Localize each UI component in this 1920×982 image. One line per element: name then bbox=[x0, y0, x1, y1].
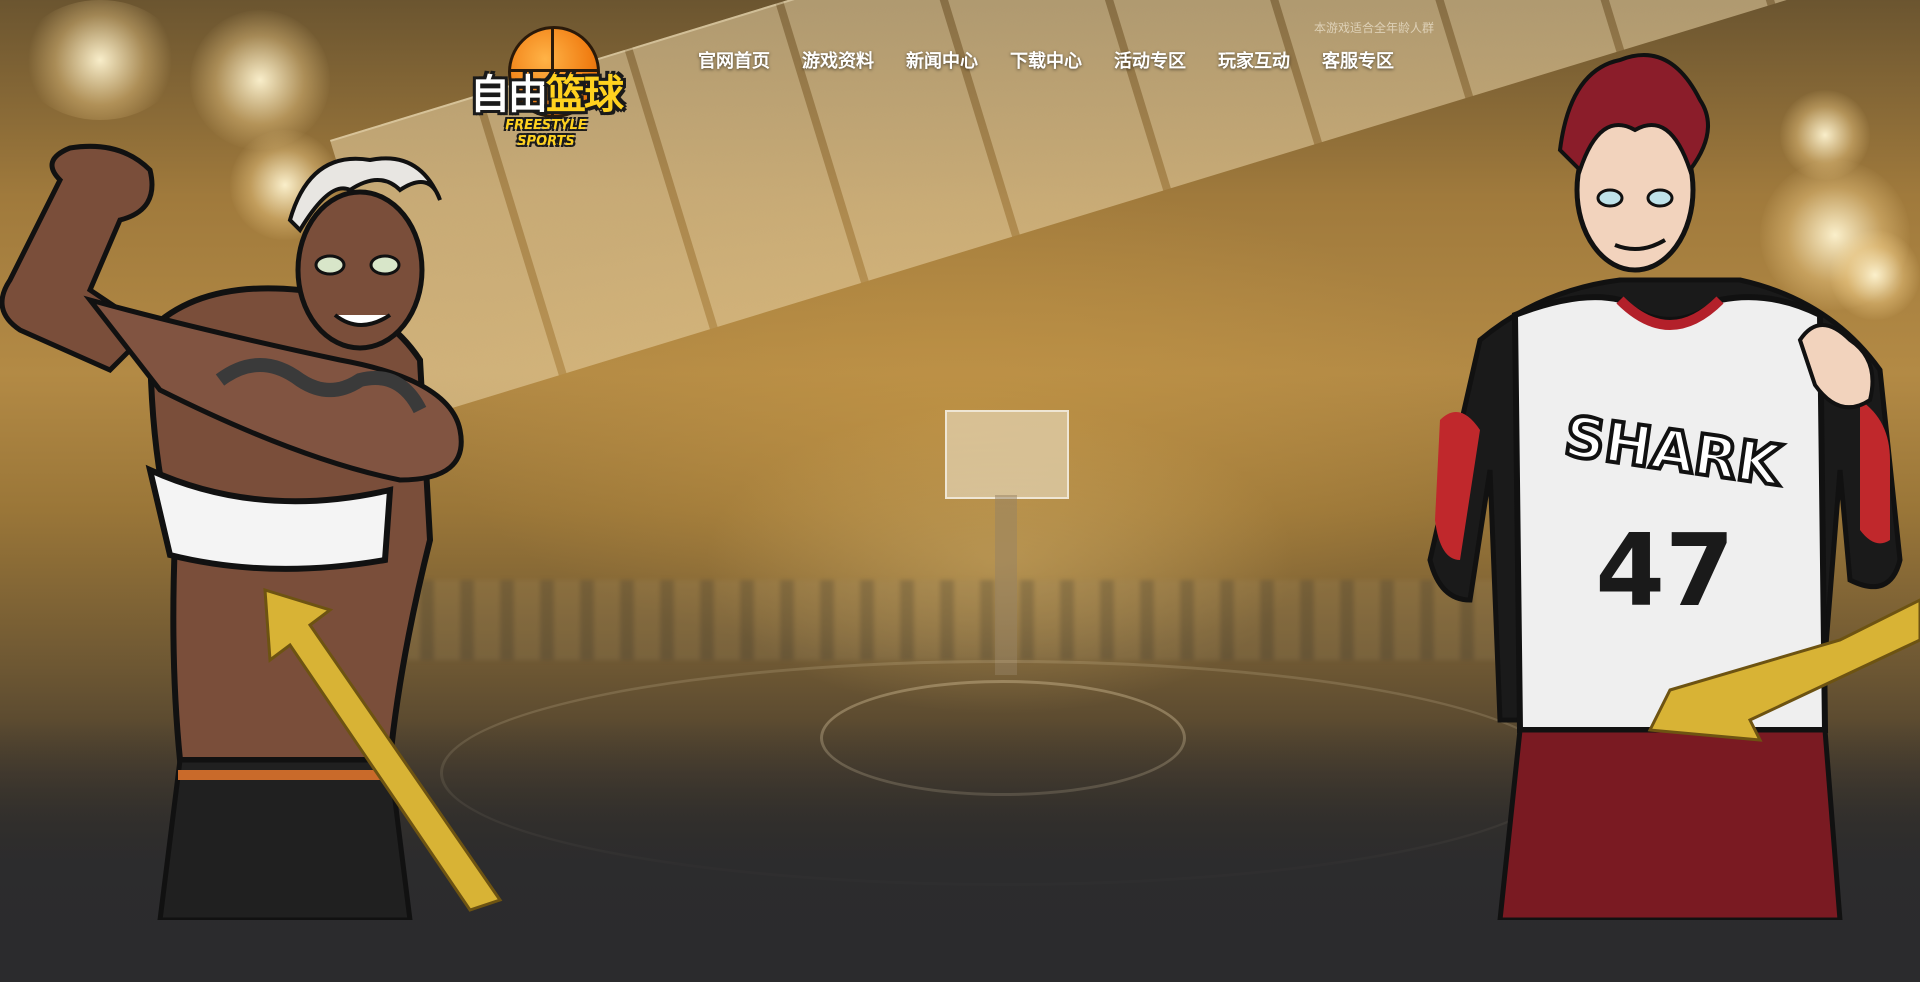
nav-item-download[interactable]: 下载中心 bbox=[994, 46, 1098, 76]
right-character-illustration: SHARK 47 bbox=[1427, 53, 1920, 920]
freestyle-sports-logo[interactable]: 自由篮球 FREESTYLE SPORTS bbox=[470, 26, 624, 149]
age-rating-notice: 本游戏适合全年龄人群 bbox=[1313, 21, 1434, 35]
basketball-hoop-pole bbox=[995, 495, 1017, 675]
logo-title: 自由篮球 bbox=[470, 72, 624, 118]
basketball-hoop-backboard bbox=[945, 410, 1069, 499]
nav-item-news[interactable]: 新闻中心 bbox=[890, 46, 994, 76]
logo-title-part1: 自由 bbox=[470, 72, 548, 118]
nav-item-game-info[interactable]: 游戏资料 bbox=[786, 46, 890, 76]
nav-item-events[interactable]: 活动专区 bbox=[1098, 46, 1202, 76]
nav-item-community[interactable]: 玩家互动 bbox=[1202, 46, 1306, 76]
jersey-number: 47 bbox=[1595, 512, 1734, 629]
left-character-illustration bbox=[0, 143, 503, 920]
logo-subtitle: FREESTYLE SPORTS bbox=[505, 118, 587, 149]
nav-item-home[interactable]: 官网首页 bbox=[680, 46, 786, 76]
main-nav: 官网首页 游戏资料 新闻中心 下载中心 活动专区 玩家互动 客服专区 bbox=[680, 46, 1410, 76]
hero-banner: SHARK 47 bbox=[0, 0, 1920, 982]
logo-title-part2: 篮球 bbox=[546, 72, 624, 118]
nav-item-support[interactable]: 客服专区 bbox=[1306, 46, 1410, 76]
